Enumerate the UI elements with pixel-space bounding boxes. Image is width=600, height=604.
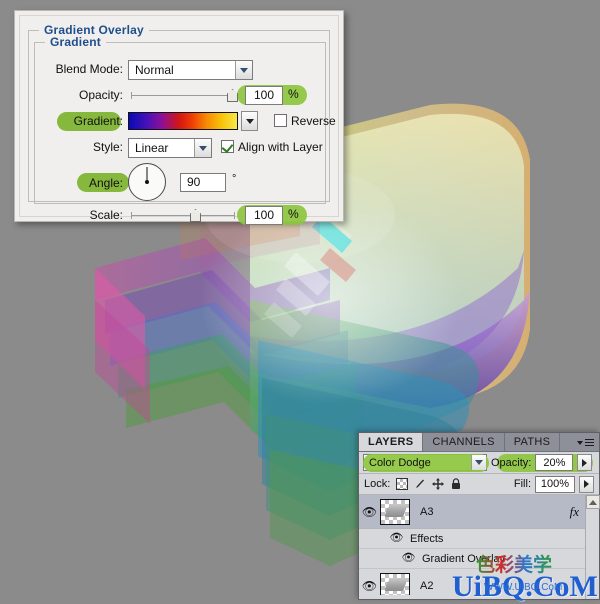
tab-layers[interactable]: LAYERS [359, 433, 424, 451]
fx-icon[interactable]: fx [570, 504, 579, 520]
eye-icon[interactable]: 👁 [401, 553, 416, 564]
gradient-group-title: Gradient [45, 35, 106, 49]
chevron-down-icon[interactable] [194, 139, 211, 157]
layer-blend-mode-value: Color Dodge [369, 456, 431, 469]
style-value: Linear [135, 141, 169, 155]
reverse-checkbox[interactable] [274, 114, 287, 127]
tab-channels[interactable]: CHANNELS [423, 433, 505, 451]
fill-value: 100% [540, 478, 570, 490]
style-row: Style: Linear Align with Layer [35, 137, 325, 159]
scale-input[interactable]: 100 [245, 206, 283, 225]
reverse-label: Reverse [291, 114, 336, 128]
align-with-layer-checkbox[interactable] [221, 140, 234, 153]
opacity-label: Opacity: [78, 88, 123, 102]
scale-label: Scale: [89, 208, 123, 222]
layer-lock-row: Lock: Fill: 100% [359, 474, 599, 495]
angle-hub-icon [145, 180, 149, 184]
scale-unit: % [288, 207, 299, 221]
tab-paths[interactable]: PATHS [505, 433, 561, 451]
opacity-unit: % [288, 87, 299, 101]
dialog-inner-panel: Gradient Overlay Gradient Blend Mode: No… [19, 15, 339, 225]
scroll-up-icon[interactable] [586, 495, 600, 509]
lock-image-icon[interactable] [414, 478, 426, 490]
blend-mode-select[interactable]: Normal [128, 60, 253, 80]
style-label: Style: [92, 140, 123, 154]
gradient-group-fieldset: Gradient Blend Mode: Normal Opacity: 100 [34, 35, 336, 225]
panel-tab-bar: LAYERS CHANNELS PATHS [359, 433, 599, 452]
panel-menu-lines-icon [585, 438, 594, 447]
layer-blend-row: Color Dodge Opacity: 20% [359, 452, 599, 474]
layer-list[interactable]: 👁 A3 fx 👁 Effects 👁 Gradient Overlay 👁 A… [359, 495, 599, 595]
layer-list-scrollbar[interactable] [585, 495, 600, 599]
layer-row-a2[interactable]: 👁 A2 [359, 569, 599, 595]
scale-slider-track[interactable] [131, 212, 235, 219]
gradient-preview-swatch[interactable] [128, 112, 238, 130]
scale-row: Scale: 100 % [35, 205, 325, 227]
eye-icon[interactable]: 👁 [361, 506, 378, 518]
lock-position-icon[interactable] [432, 478, 445, 490]
angle-label: Angle: [88, 176, 123, 190]
layer-thumbnail[interactable] [380, 498, 410, 525]
chevron-down-icon[interactable] [471, 455, 486, 470]
fill-label: Fill: [513, 478, 531, 490]
eye-icon[interactable]: 👁 [361, 580, 378, 592]
layer-opacity-value: 20% [543, 456, 566, 469]
fill-stepper-icon[interactable] [579, 475, 594, 493]
angle-dial[interactable] [128, 163, 166, 201]
opacity-row: Opacity: 100 % [35, 85, 325, 107]
eye-icon[interactable]: 👁 [389, 533, 404, 544]
layer-fill-group: Fill: 100% [513, 475, 594, 493]
layers-panel[interactable]: LAYERS CHANNELS PATHS Color Dodge Opacit… [358, 432, 600, 600]
layer-effects-row[interactable]: 👁 Effects [359, 529, 599, 549]
opacity-value: 100 [253, 88, 275, 102]
panel-menu-icon[interactable] [577, 437, 594, 448]
scale-slider-thumb[interactable] [190, 209, 201, 222]
gradient-picker-chevron-icon[interactable] [241, 111, 258, 131]
gradient-label: Gradient: [73, 114, 123, 128]
angle-unit: ° [232, 173, 237, 185]
blend-mode-label: Blend Mode: [55, 62, 123, 76]
fill-input[interactable]: 100% [535, 475, 575, 493]
layer-thumbnail[interactable] [380, 572, 410, 595]
gradient-overlay-dialog[interactable]: Gradient Overlay Gradient Blend Mode: No… [14, 10, 344, 225]
angle-row: Angle: 90 ° [35, 161, 325, 203]
layer-effect-gradient-overlay-row[interactable]: 👁 Gradient Overlay [359, 549, 599, 569]
opacity-stepper-icon[interactable] [577, 454, 593, 471]
opacity-input[interactable]: 100 [245, 86, 283, 105]
angle-value: 90 [187, 175, 201, 189]
layer-name: A2 [420, 579, 434, 592]
gradient-overlay-effect-label: Gradient Overlay [422, 552, 506, 565]
gradient-row: Gradient: Reverse [35, 111, 336, 133]
lock-transparency-icon[interactable] [396, 478, 409, 490]
align-with-layer-label: Align with Layer [238, 140, 323, 154]
style-select[interactable]: Linear [128, 138, 212, 158]
blend-mode-value: Normal [135, 63, 174, 77]
layer-opacity-label: Opacity: [491, 456, 532, 469]
blend-mode-row: Blend Mode: Normal [35, 59, 325, 81]
opacity-slider-thumb[interactable] [227, 89, 238, 102]
layer-name: A3 [420, 505, 434, 518]
angle-input[interactable]: 90 [180, 173, 226, 192]
opacity-slider-track[interactable] [131, 92, 235, 99]
effects-label: Effects [410, 532, 444, 545]
panel-menu-triangle-icon [577, 440, 583, 445]
scale-value: 100 [253, 208, 275, 222]
lock-label: Lock: [364, 478, 391, 490]
lock-all-icon[interactable] [450, 478, 462, 490]
chevron-down-icon[interactable] [235, 61, 252, 79]
layer-opacity-input[interactable]: 20% [535, 454, 574, 471]
layer-row-a3[interactable]: 👁 A3 fx [359, 495, 599, 529]
